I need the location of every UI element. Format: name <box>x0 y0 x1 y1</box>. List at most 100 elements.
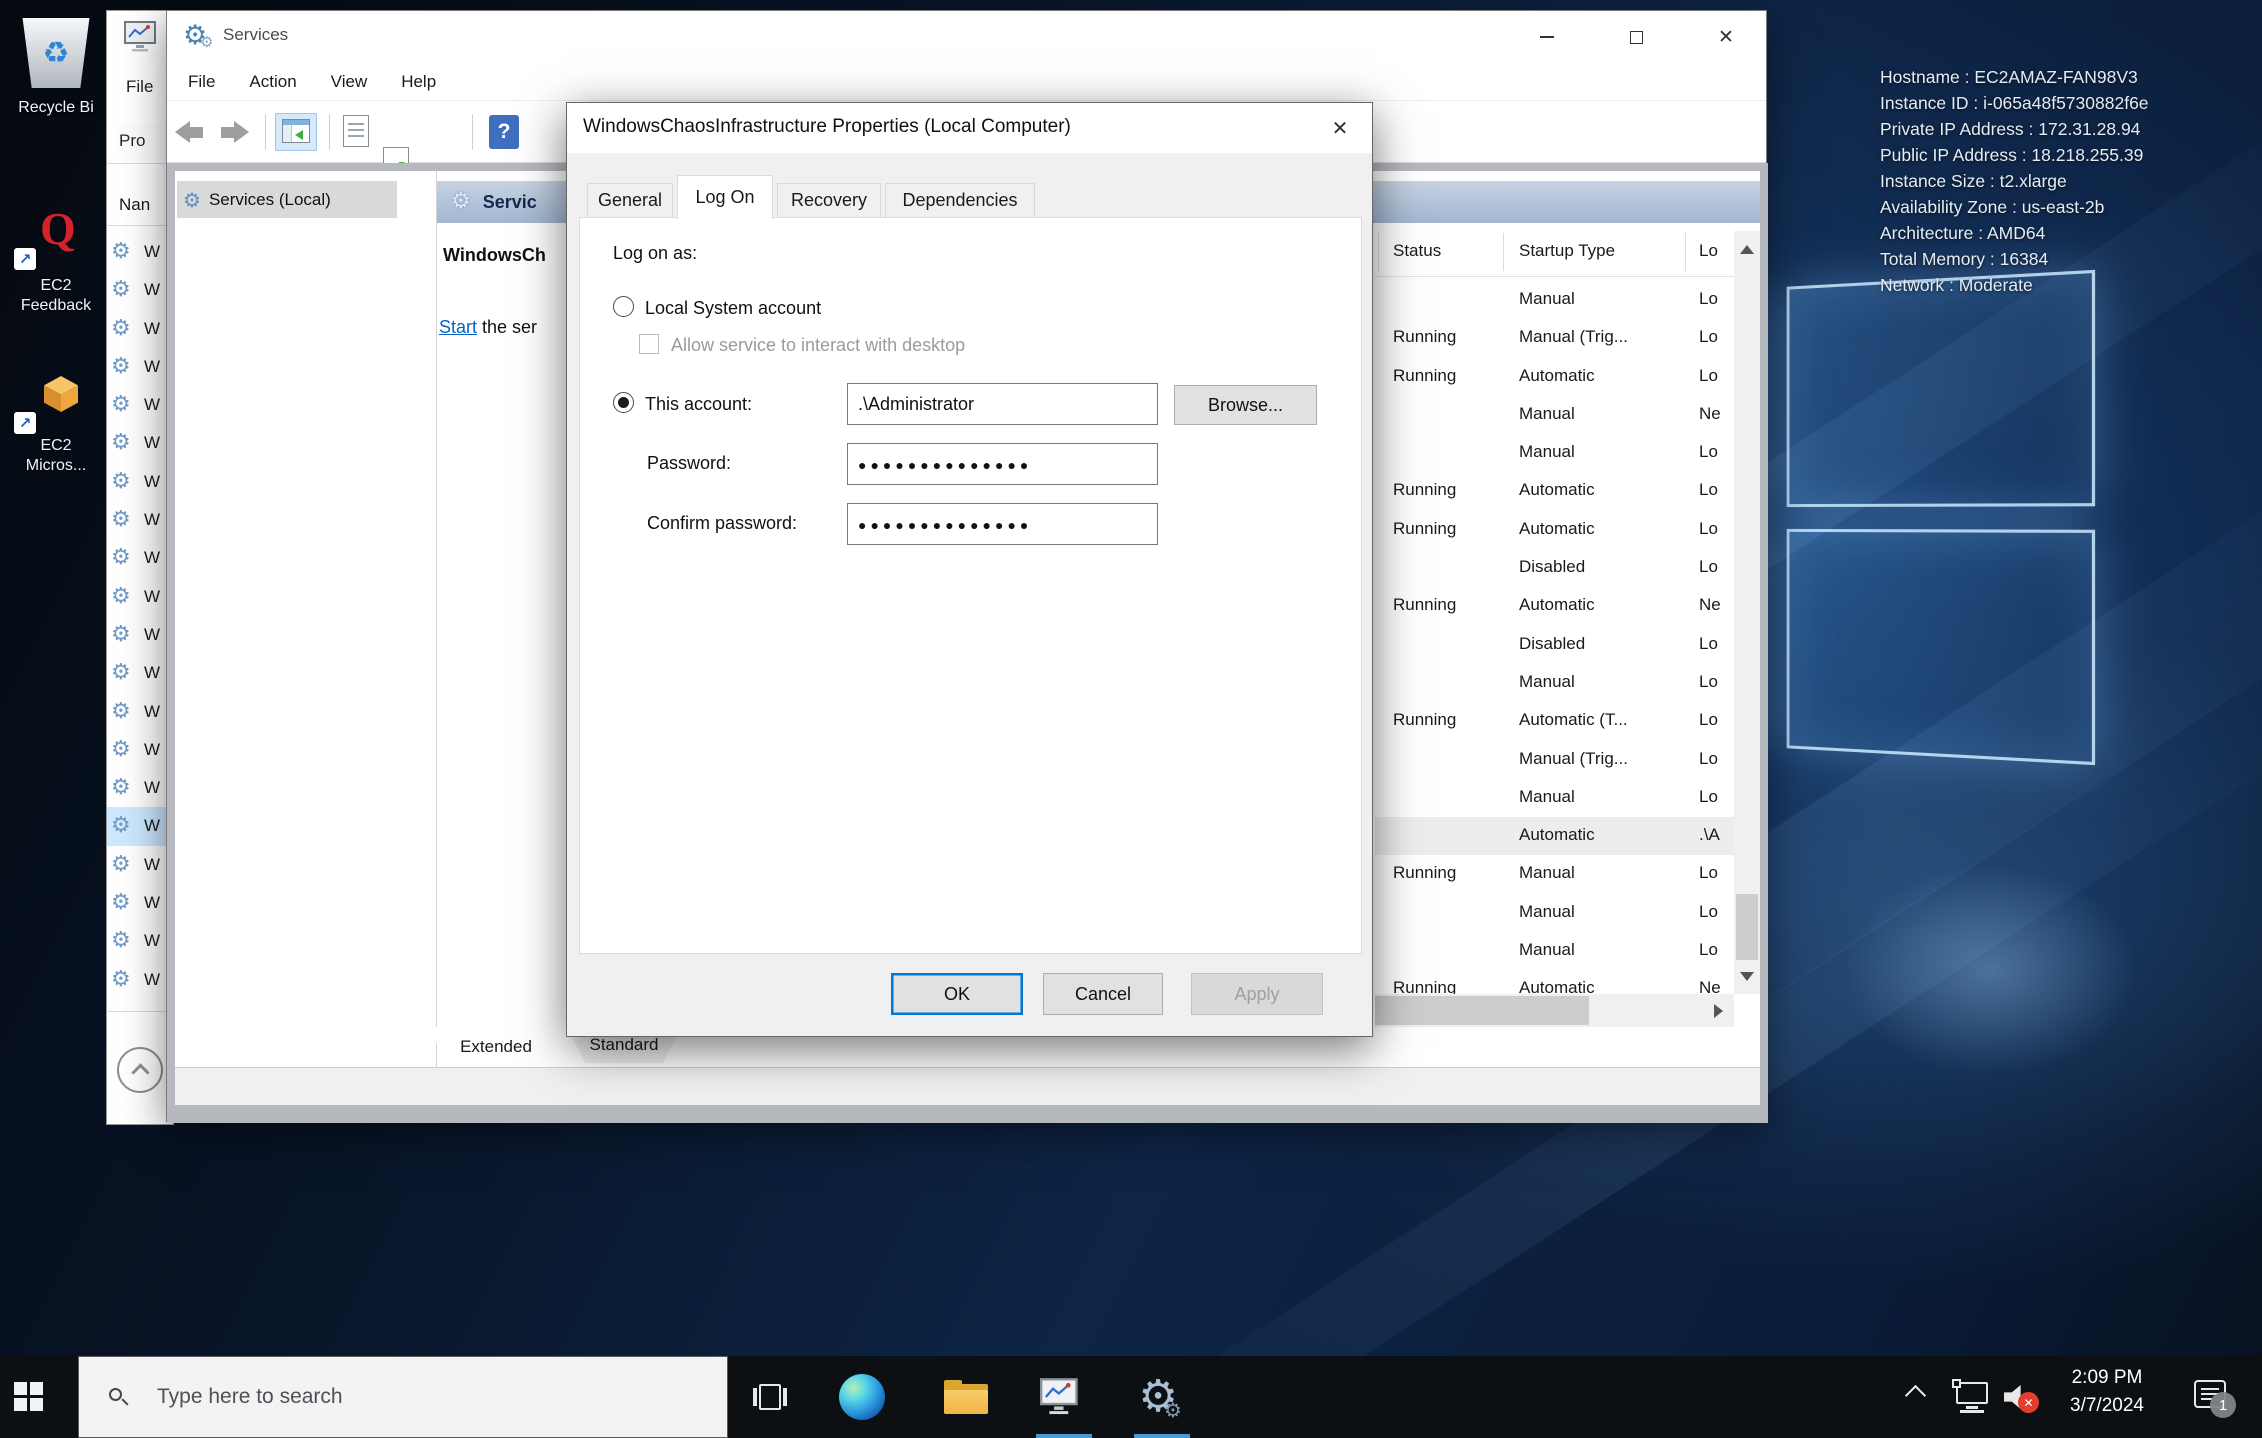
minimize-button[interactable] <box>1525 19 1569 55</box>
tab-log-on[interactable]: Log On <box>677 175 773 219</box>
local-system-label[interactable]: Local System account <box>645 298 821 319</box>
scroll-down-button-icon[interactable] <box>1734 958 1760 994</box>
services-app-taskbar-icon[interactable]: ⚙⚙ <box>1128 1356 1188 1438</box>
background-console-window[interactable]: File Pro Nan ⚙ W ⚙ W ⚙ W <box>106 10 174 1125</box>
bg-service-list-item[interactable]: ⚙ W <box>107 233 173 271</box>
ec2-feedback-icon[interactable]: Q <box>40 206 76 252</box>
forward-button-icon[interactable] <box>221 115 249 149</box>
table-row[interactable]: Manual Lo <box>1375 664 1734 702</box>
table-row[interactable]: Manual (Trig... Lo <box>1375 741 1734 779</box>
browse-button[interactable]: Browse... <box>1174 385 1317 425</box>
allow-desktop-checkbox[interactable] <box>639 334 659 354</box>
taskbar-clock[interactable]: 2:09 PM 3/7/2024 <box>2052 1364 2162 1420</box>
bg-service-list-item[interactable]: ⚙ W <box>107 463 173 501</box>
help-button-icon[interactable]: ? <box>489 115 519 149</box>
menu-item[interactable]: View <box>314 72 385 92</box>
table-row[interactable]: Running Automatic Ne <box>1375 587 1734 625</box>
scroll-right-button-icon[interactable] <box>1703 994 1734 1027</box>
bg-service-list-item[interactable]: ⚙ W <box>107 578 173 616</box>
table-row[interactable]: Manual Ne <box>1375 396 1734 434</box>
table-row[interactable]: Running Manual (Trig... Lo <box>1375 319 1734 357</box>
account-input[interactable] <box>847 383 1158 425</box>
bg-service-list-item[interactable]: ⚙ W <box>107 348 173 386</box>
tree-item-services-local[interactable]: ⚙ Services (Local) <box>177 181 397 218</box>
scroll-up-button-icon[interactable] <box>1734 231 1760 267</box>
start-button-icon[interactable] <box>14 1382 44 1412</box>
menu-item[interactable]: Help <box>384 72 453 92</box>
bg-service-list-item[interactable]: ⚙ W <box>107 386 173 424</box>
ec2-microsoft-label[interactable]: EC2 Micros... <box>0 436 112 476</box>
scrollbar-thumb[interactable] <box>1736 894 1758 960</box>
show-console-tree-button-icon[interactable] <box>275 113 317 151</box>
bg-service-list-item[interactable]: ⚙ W <box>107 424 173 462</box>
table-row[interactable]: Running Automatic (T... Lo <box>1375 702 1734 740</box>
search-input[interactable] <box>155 1384 727 1410</box>
bg-service-list-item[interactable]: ⚙ W <box>107 654 173 692</box>
recycle-bin-label[interactable]: Recycle Bi <box>0 98 112 118</box>
dialog-close-button[interactable]: ✕ <box>1317 109 1363 147</box>
local-system-radio[interactable] <box>613 296 634 317</box>
task-view-icon[interactable] <box>740 1356 800 1438</box>
tab-recovery[interactable]: Recovery <box>777 183 881 218</box>
bg-service-list-item[interactable]: ⚙ W <box>107 616 173 654</box>
column-header-startup-type[interactable]: Startup Type <box>1519 241 1615 261</box>
table-row[interactable]: Manual Lo <box>1375 932 1734 970</box>
column-header-log-on-as[interactable]: Lo <box>1699 241 1718 261</box>
table-row[interactable]: Automatic .\A <box>1375 817 1734 855</box>
table-row[interactable]: Manual Lo <box>1375 281 1734 319</box>
bg-service-list-item[interactable]: ⚙ W <box>107 539 173 577</box>
bg-service-list-item[interactable]: ⚙ W <box>107 693 173 731</box>
bg-window-toolbar-button[interactable]: Pro <box>115 123 169 159</box>
scrollbar-thumb[interactable] <box>1375 996 1589 1025</box>
column-header-status[interactable]: Status <box>1393 241 1441 261</box>
this-account-label[interactable]: This account: <box>645 394 752 415</box>
bg-service-list-item[interactable]: ⚙ W <box>107 501 173 539</box>
close-button[interactable]: ✕ <box>1704 19 1748 55</box>
bg-service-list-item[interactable]: ⚙ W <box>107 846 173 884</box>
tab-general[interactable]: General <box>587 183 673 218</box>
bg-service-list-item[interactable]: ⚙ W <box>107 922 173 960</box>
bg-window-file-menu[interactable]: File <box>126 77 153 97</box>
table-row[interactable]: Running Automatic Ne <box>1375 970 1734 997</box>
tab-extended[interactable]: Extended <box>429 1027 563 1067</box>
action-center-icon[interactable]: 1 <box>2194 1378 2238 1418</box>
confirm-password-input[interactable]: ●●●●●●●●●●●●●● <box>847 503 1158 545</box>
taskbar-search[interactable] <box>78 1356 728 1438</box>
bg-service-list-item[interactable]: ⚙ W <box>107 961 173 999</box>
dialog-titlebar[interactable]: WindowsChaosInfrastructure Properties (L… <box>567 103 1372 153</box>
bg-window-name-column-header[interactable]: Nan <box>119 195 150 215</box>
network-tray-icon[interactable] <box>1952 1382 1990 1414</box>
table-row[interactable]: Manual Lo <box>1375 434 1734 472</box>
services-titlebar[interactable]: ⚙⚙ Services ✕ <box>167 11 1766 63</box>
table-row[interactable]: Running Automatic Lo <box>1375 358 1734 396</box>
bg-service-list-item[interactable]: ⚙ W <box>107 807 173 845</box>
bg-service-list-item[interactable]: ⚙ W <box>107 310 173 348</box>
maximize-button[interactable] <box>1614 19 1658 55</box>
table-row[interactable]: Disabled Lo <box>1375 549 1734 587</box>
back-button-icon[interactable] <box>175 115 203 149</box>
this-account-radio[interactable] <box>613 392 634 413</box>
horizontal-scrollbar[interactable] <box>1375 994 1734 1027</box>
tab-dependencies[interactable]: Dependencies <box>885 183 1035 218</box>
chevron-up-circle-icon[interactable] <box>117 1047 163 1093</box>
edge-browser-icon[interactable] <box>832 1356 892 1438</box>
password-input[interactable]: ●●●●●●●●●●●●●● <box>847 443 1158 485</box>
ec2-microsoft-icon[interactable] <box>44 376 78 412</box>
vertical-scrollbar[interactable] <box>1734 231 1760 994</box>
apply-button[interactable]: Apply <box>1191 973 1323 1015</box>
volume-muted-tray-icon[interactable]: ✕ <box>2004 1382 2044 1414</box>
table-row[interactable]: Running Automatic Lo <box>1375 472 1734 510</box>
ok-button[interactable]: OK <box>891 973 1023 1015</box>
tray-expand-chevron-icon[interactable] <box>1905 1385 1926 1406</box>
bg-service-list-item[interactable]: ⚙ W <box>107 271 173 309</box>
bg-service-list-item[interactable]: ⚙ W <box>107 884 173 922</box>
menu-item[interactable]: Action <box>232 72 313 92</box>
table-row[interactable]: Running Automatic Lo <box>1375 511 1734 549</box>
bg-service-list-item[interactable]: ⚙ W <box>107 731 173 769</box>
bg-service-list-item[interactable]: ⚙ W <box>107 769 173 807</box>
cancel-button[interactable]: Cancel <box>1043 973 1163 1015</box>
table-row[interactable]: Disabled Lo <box>1375 626 1734 664</box>
ec2-feedback-label[interactable]: EC2 Feedback <box>0 276 112 316</box>
properties-button-icon[interactable] <box>343 115 369 147</box>
table-row[interactable]: Manual Lo <box>1375 894 1734 932</box>
